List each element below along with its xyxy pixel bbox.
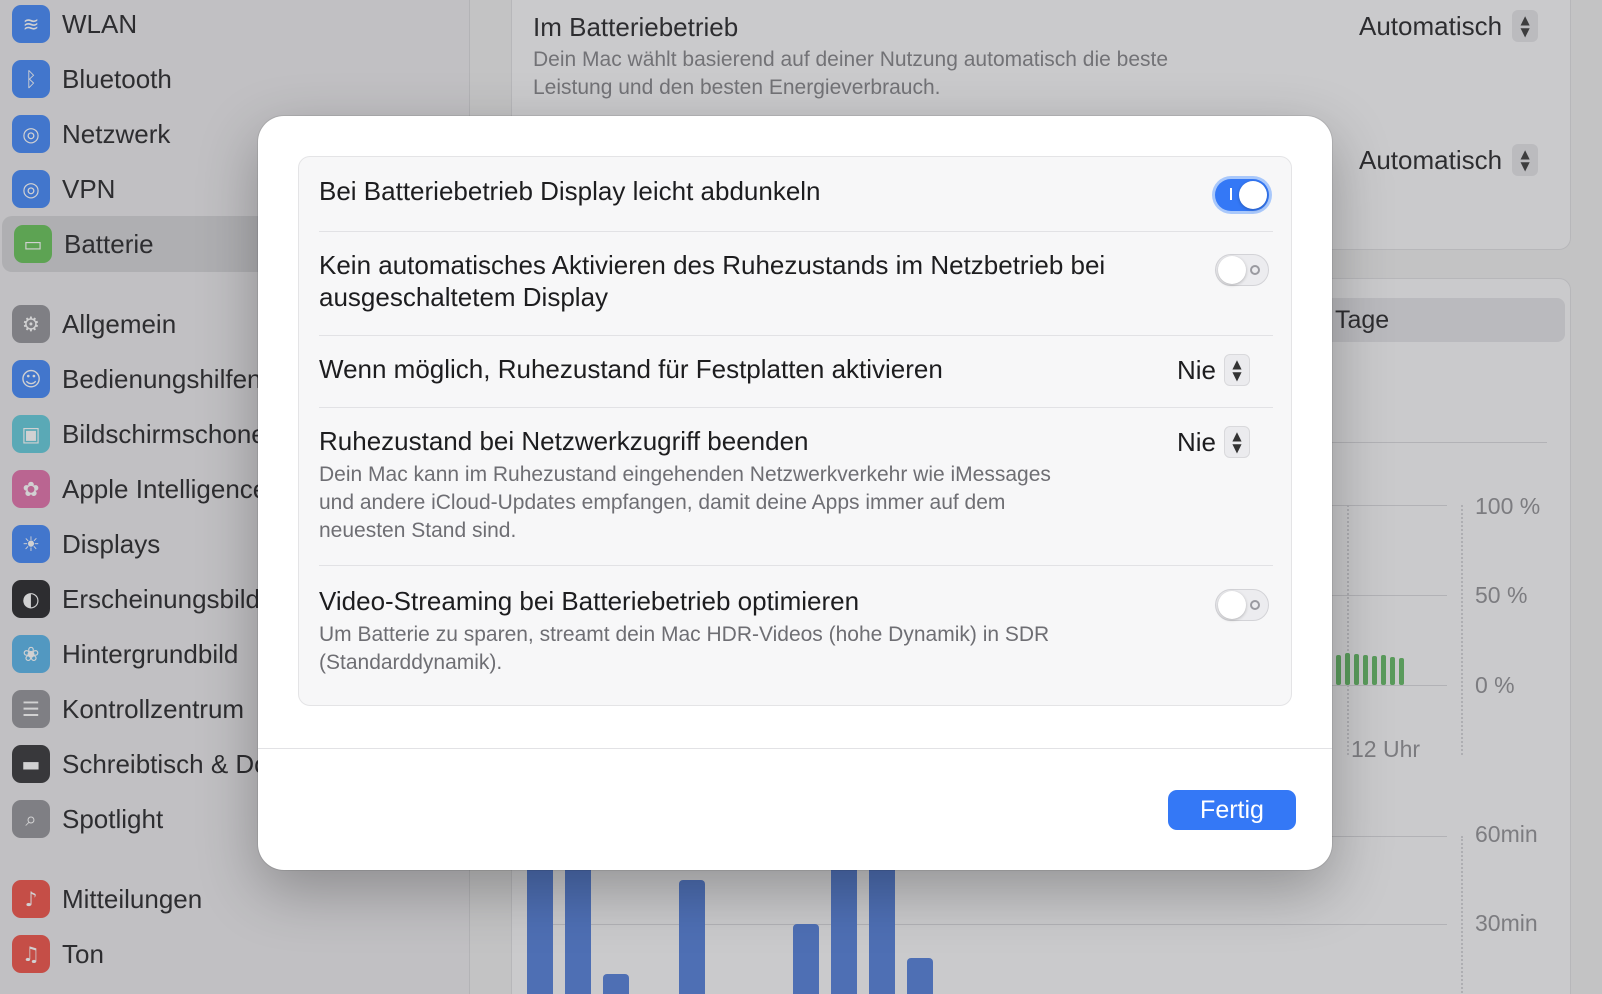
row-video-streaming: Video-Streaming bei Batteriebetrieb opti… [319,585,1273,677]
row-title: Video-Streaming bei Batteriebetrieb opti… [319,586,860,616]
disk-sleep-popup[interactable]: Nie ▲ ▼ [1177,354,1251,386]
dim-display-toggle[interactable] [1215,179,1269,211]
row-title: Wenn möglich, Ruhezustand für Festplatte… [319,354,943,384]
row-description: Um Batterie zu sparen, streamt dein Mac … [319,623,1050,646]
popup-value: Nie [1177,426,1217,457]
row-title: Kein automatisches Aktivieren des Ruhezu… [319,250,1106,280]
toggle-knob [1218,591,1246,619]
divider [319,231,1273,232]
divider [319,565,1273,566]
row-description: (Standarddynamik). [319,651,503,674]
energy-options-dialog: Bei Batteriebetrieb Display leicht abdun… [258,116,1332,870]
footer-divider [258,748,1332,749]
row-wake-network: Ruhezustand bei Netzwerkzugriff beenden … [319,425,1273,545]
row-title: Ruhezustand bei Netzwerkzugriff beenden [319,426,809,456]
row-prevent-sleep: Kein automatisches Aktivieren des Ruhezu… [319,249,1273,313]
prevent-sleep-toggle[interactable] [1215,254,1269,286]
wake-network-popup[interactable]: Nie ▲ ▼ [1177,426,1251,458]
done-button[interactable]: Fertig [1168,790,1296,830]
toggle-on-mark [1230,188,1232,200]
row-description: neuesten Stand sind. [319,519,517,542]
row-description: Dein Mac kann im Ruhezustand eingehenden… [319,463,1051,486]
up-down-chevron-icon: ▲ ▼ [1224,354,1251,386]
divider [319,407,1273,408]
toggle-off-mark [1250,600,1260,610]
row-title: Bei Batteriebetrieb Display leicht abdun… [319,176,821,206]
row-disk-sleep: Wenn möglich, Ruhezustand für Festplatte… [319,353,1273,385]
toggle-knob [1218,256,1246,284]
up-down-chevron-icon: ▲ ▼ [1224,426,1251,458]
toggle-knob [1239,181,1267,209]
popup-value: Nie [1177,354,1217,385]
settings-group: Bei Batteriebetrieb Display leicht abdun… [298,156,1292,706]
row-description: und andere iCloud-Updates empfangen, dam… [319,491,1006,514]
toggle-off-mark [1250,265,1260,275]
video-streaming-toggle[interactable] [1215,589,1269,621]
divider [319,335,1273,336]
row-dim-display: Bei Batteriebetrieb Display leicht abdun… [319,175,1273,207]
row-title: ausgeschaltetem Display [319,282,609,312]
